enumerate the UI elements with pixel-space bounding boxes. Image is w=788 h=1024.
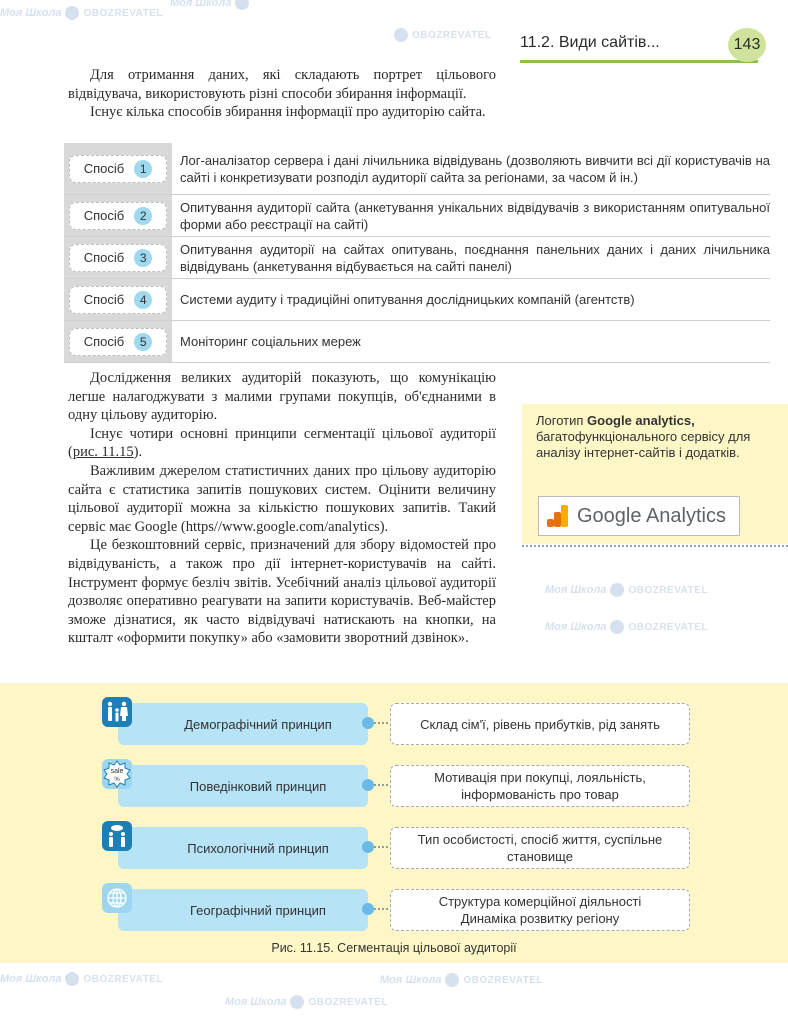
family-icon (102, 697, 132, 727)
method-row: Спосіб 5 Моніторинг соціальних мереж (64, 321, 770, 363)
connector-line (374, 784, 388, 786)
watermark: Моя ШколаOBOZREVATEL (545, 620, 709, 634)
watermark: Моя ШколаOBOZREVATEL (0, 6, 164, 20)
sale-text: sale (111, 768, 124, 775)
method-number: 3 (134, 248, 153, 267)
method-description: Опитування аудиторії на сайтах опитувань… (180, 241, 770, 274)
paragraph: Це безкоштовний сервіс, призначений для … (68, 537, 496, 647)
method-number: 5 (134, 332, 153, 351)
method-description: Лог-аналізатор сервера і дані лічильника… (180, 152, 770, 185)
method-description: Системи аудиту і традиційні опитування д… (180, 292, 635, 307)
principle-name: Географічний принцип (118, 889, 368, 931)
method-label: Спосіб 5 (69, 327, 167, 356)
analytics-bars-icon (547, 505, 569, 527)
method-label: Спосіб 4 (69, 285, 167, 314)
method-label: Спосіб 2 (69, 201, 167, 230)
method-row: Спосіб 2 Опитування аудиторії сайта (анке… (64, 195, 770, 237)
method-description: Опитування аудиторії сайта (анкетування … (180, 199, 770, 232)
watermark: Моя ШколаOBOZREVATEL (545, 583, 709, 597)
method-row: Спосіб 4 Системи аудиту і традиційні опит… (64, 279, 770, 321)
method-number: 1 (134, 159, 153, 178)
watermark: Моя Школа (170, 0, 253, 10)
divider (522, 545, 788, 547)
page-number: 143 (728, 28, 766, 62)
watermark: Моя ШколаOBOZREVATEL (225, 995, 389, 1009)
segmentation-figure: Демографічний принцип Склад сім'ї, рівен… (0, 683, 788, 963)
method-number: 4 (134, 290, 153, 309)
people-talking-icon (102, 821, 132, 851)
section-title: 11.2. Види сайтів... (520, 34, 660, 51)
method-number: 2 (134, 206, 153, 225)
side-note: Логотип Google analytics, багатофункціон… (522, 404, 788, 547)
method-row: Спосіб 1 Лог-аналізатор сервера і дані лі… (64, 143, 770, 195)
principle-row: Поведінковий принцип sale% Мотивація при… (100, 759, 700, 809)
method-label: Спосіб 3 (69, 243, 167, 272)
principle-row: Демографічний принцип Склад сім'ї, рівен… (100, 697, 700, 747)
figure-caption: Рис. 11.15. Сегментація цільової аудитор… (271, 941, 517, 955)
connector-line (374, 908, 388, 910)
intro-text: Для отримання даних, які складають портр… (68, 66, 496, 122)
method-description: Моніторинг соціальних мереж (180, 334, 361, 349)
principle-name: Демографічний принцип (118, 703, 368, 745)
paragraph: Існує чотири основні принципи сегментаці… (68, 425, 496, 461)
principle-description: Мотивація при покупці, лояльність, інфор… (390, 765, 690, 807)
principle-description: Склад сім'ї, рівень прибутків, рід занят… (390, 703, 690, 745)
paragraph: Для отримання даних, які складають портр… (68, 67, 496, 102)
header-rule (520, 60, 758, 63)
principle-row: Географічний принцип Структура комерційн… (100, 883, 700, 933)
connector-dot (362, 841, 374, 853)
methods-table: Спосіб 1 Лог-аналізатор сервера і дані лі… (64, 143, 770, 363)
watermark: Моя ШколаOBOZREVATEL (380, 973, 544, 987)
note-text: Логотип Google analytics, багатофункціон… (536, 413, 751, 460)
principle-row: Психологічний принцип Тип особистості, с… (100, 821, 700, 871)
connector-line (374, 722, 388, 724)
paragraph: Існує кілька способів збирання інформаці… (90, 104, 486, 121)
globe-icon (102, 883, 132, 913)
connector-dot (362, 903, 374, 915)
connector-dot (362, 779, 374, 791)
page-header: 11.2. Види сайтів... 143 (520, 28, 788, 63)
paragraph: Важливим джерелом статистичних даних про… (68, 462, 496, 535)
principle-description: Тип особистості, спосіб життя, суспільне… (390, 827, 690, 869)
paragraph: Дослідження великих аудиторій показують,… (68, 370, 496, 424)
logo-text: Google Analytics (577, 504, 726, 527)
method-label: Спосіб 1 (69, 154, 167, 183)
watermark: OBOZREVATEL (390, 28, 492, 42)
principle-name: Поведінковий принцип (118, 765, 368, 807)
connector-line (374, 846, 388, 848)
percent-text: % (114, 777, 120, 783)
connector-dot (362, 717, 374, 729)
google-analytics-logo: Google Analytics (538, 496, 740, 536)
principle-description: Структура комерційної діяльності Динамік… (390, 889, 690, 931)
sale-badge-icon: sale% (102, 759, 132, 789)
method-row: Спосіб 3 Опитування аудиторії на сайтах о… (64, 237, 770, 279)
body-text: Дослідження великих аудиторій показують,… (68, 369, 496, 648)
watermark: Моя ШколаOBOZREVATEL (0, 972, 164, 986)
figure-reference-link[interactable]: рис. 11.15 (73, 444, 134, 460)
principle-name: Психологічний принцип (118, 827, 368, 869)
